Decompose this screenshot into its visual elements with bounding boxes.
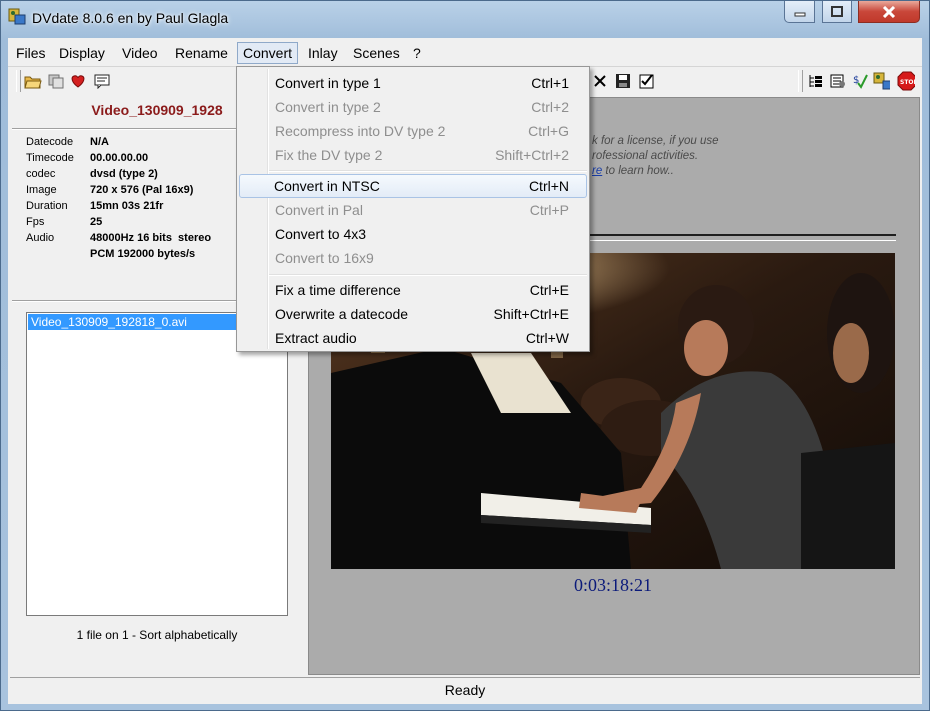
menu-item-label: Fix the DV type 2 <box>275 147 383 163</box>
menu-item-extract-audio[interactable]: Extract audio Ctrl+W <box>239 326 587 350</box>
menu-item-label: Convert in type 2 <box>275 99 381 115</box>
menu-display[interactable]: Display <box>54 42 110 64</box>
menu-item-label: Extract audio <box>275 330 357 346</box>
menu-item-label: Convert in Pal <box>275 202 363 218</box>
file-list[interactable]: Video_130909_192818_0.avi <box>26 312 288 616</box>
menu-convert[interactable]: Convert <box>237 42 299 64</box>
menu-item-shortcut: Shift+Ctrl+2 <box>495 147 569 163</box>
minimize-icon <box>794 12 805 16</box>
menu-item-shortcut: Ctrl+1 <box>531 75 569 91</box>
menu-files[interactable]: Files <box>11 42 51 64</box>
menu-item-shortcut: Shift+Ctrl+E <box>493 306 569 322</box>
info-key-timecode: Timecode <box>26 152 74 164</box>
info-value-codec: dvsd (type 2) <box>90 168 158 180</box>
menu-rename[interactable]: Rename <box>170 42 233 64</box>
maximize-icon <box>831 6 843 17</box>
info-key-audio: Audio <box>26 232 55 244</box>
close-icon <box>882 5 896 18</box>
menu-item-label: Recompress into DV type 2 <box>275 123 446 139</box>
close-button[interactable] <box>858 1 920 23</box>
info-value-audio: 48000Hz 16 bits stereo <box>90 232 212 244</box>
file-list-status: 1 file on 1 - Sort alphabetically <box>76 628 238 642</box>
spell-check-icon[interactable]: $ <box>851 72 869 90</box>
menu-item-shortcut: Ctrl+2 <box>531 99 569 115</box>
menu-inlay[interactable]: Inlay <box>303 42 343 64</box>
menu-item-shortcut: Ctrl+E <box>529 282 569 298</box>
menu-item-shortcut: Ctrl+G <box>528 123 569 139</box>
menu-item-label: Convert to 4x3 <box>275 226 367 242</box>
menu-item-shortcut: Ctrl+W <box>525 330 569 346</box>
menu-item-fix-dv-type-2[interactable]: Fix the DV type 2 Shift+Ctrl+2 <box>239 143 587 167</box>
menu-item-convert-type-2[interactable]: Convert in type 2 Ctrl+2 <box>239 95 587 119</box>
menu-separator <box>269 170 587 172</box>
license-notice: k for a license, if you use rofessional … <box>592 134 912 179</box>
menu-item-convert-pal[interactable]: Convert in Pal Ctrl+P <box>239 198 587 222</box>
menu-scenes[interactable]: Scenes <box>348 42 405 64</box>
license-link[interactable]: re <box>592 165 602 177</box>
menu-item-recompress-dv-type-2[interactable]: Recompress into DV type 2 Ctrl+G <box>239 119 587 143</box>
menu-item-label: Convert to 16x9 <box>275 250 374 266</box>
info-value-datecode: N/A <box>90 136 109 148</box>
menu-item-convert-16x9[interactable]: Convert to 16x9 <box>239 246 587 270</box>
convert-menu-dropdown: Convert in type 1 Ctrl+1 Convert in type… <box>236 66 590 352</box>
info-value-image: 720 x 576 (Pal 16x9) <box>90 184 194 196</box>
timecode-display: 0:03:18:21 <box>573 575 652 595</box>
heart-icon[interactable] <box>69 72 87 90</box>
timeline-bar[interactable] <box>590 234 896 241</box>
info-value-fps: 25 <box>90 216 103 228</box>
toolbar-grip-right[interactable] <box>798 70 803 92</box>
info-key-duration: Duration <box>26 200 68 212</box>
menu-item-label: Convert in NTSC <box>274 178 380 194</box>
info-key-image: Image <box>26 184 57 196</box>
tree-icon[interactable] <box>806 72 824 90</box>
stop-icon[interactable]: STOP <box>897 71 915 91</box>
info-key-datecode: Datecode <box>26 136 74 148</box>
wrench-icon[interactable] <box>872 72 890 90</box>
open-folder-icon[interactable] <box>24 72 42 90</box>
check-icon[interactable] <box>638 72 656 90</box>
save-icon[interactable] <box>614 72 632 90</box>
window-title: DVdate 8.0.6 en by Paul Glagla <box>32 10 229 26</box>
license-line-1: k for a license, if you use <box>592 135 719 147</box>
toolbar-grip[interactable] <box>16 70 21 92</box>
info-value-timecode: 00.00.00.00 <box>90 152 149 164</box>
menu-item-label: Fix a time difference <box>275 282 401 298</box>
menu-item-label: Overwrite a datecode <box>275 306 409 322</box>
copy-icon[interactable] <box>47 72 65 90</box>
menu-item-fix-time-difference[interactable]: Fix a time difference Ctrl+E <box>239 278 587 302</box>
svg-text:STOP: STOP <box>900 79 915 86</box>
minimize-button[interactable] <box>784 1 815 23</box>
status-text: Ready <box>444 682 486 698</box>
app-icon[interactable] <box>8 7 26 25</box>
info-key-fps: Fps <box>26 216 45 228</box>
menu-video[interactable]: Video <box>117 42 163 64</box>
license-line-3-rest: to learn how.. <box>602 165 674 177</box>
menu-item-shortcut: Ctrl+N <box>528 178 569 194</box>
menu-separator <box>269 274 587 276</box>
info-value-audio-pcm: PCM 192000 bytes/s <box>90 248 196 260</box>
properties-icon[interactable] <box>829 72 847 90</box>
menu-item-convert-ntsc[interactable]: Convert in NTSC Ctrl+N <box>239 174 587 198</box>
menu-item-convert-type-1[interactable]: Convert in type 1 Ctrl+1 <box>239 71 587 95</box>
license-line-3: re to learn how.. <box>592 164 912 179</box>
info-key-codec: codec <box>26 168 56 180</box>
menu-item-label: Convert in type 1 <box>275 75 381 91</box>
menu-item-overwrite-datecode[interactable]: Overwrite a datecode Shift+Ctrl+E <box>239 302 587 326</box>
menu-item-convert-4x3[interactable]: Convert to 4x3 <box>239 222 587 246</box>
menu-help[interactable]: ? <box>408 42 426 64</box>
comment-icon[interactable] <box>93 72 111 90</box>
menu-item-shortcut: Ctrl+P <box>529 202 569 218</box>
close-x-icon[interactable] <box>591 72 609 90</box>
info-value-duration: 15mn 03s 21fr <box>90 200 164 212</box>
maximize-button[interactable] <box>822 1 852 23</box>
license-line-2: rofessional activities. <box>592 150 699 162</box>
